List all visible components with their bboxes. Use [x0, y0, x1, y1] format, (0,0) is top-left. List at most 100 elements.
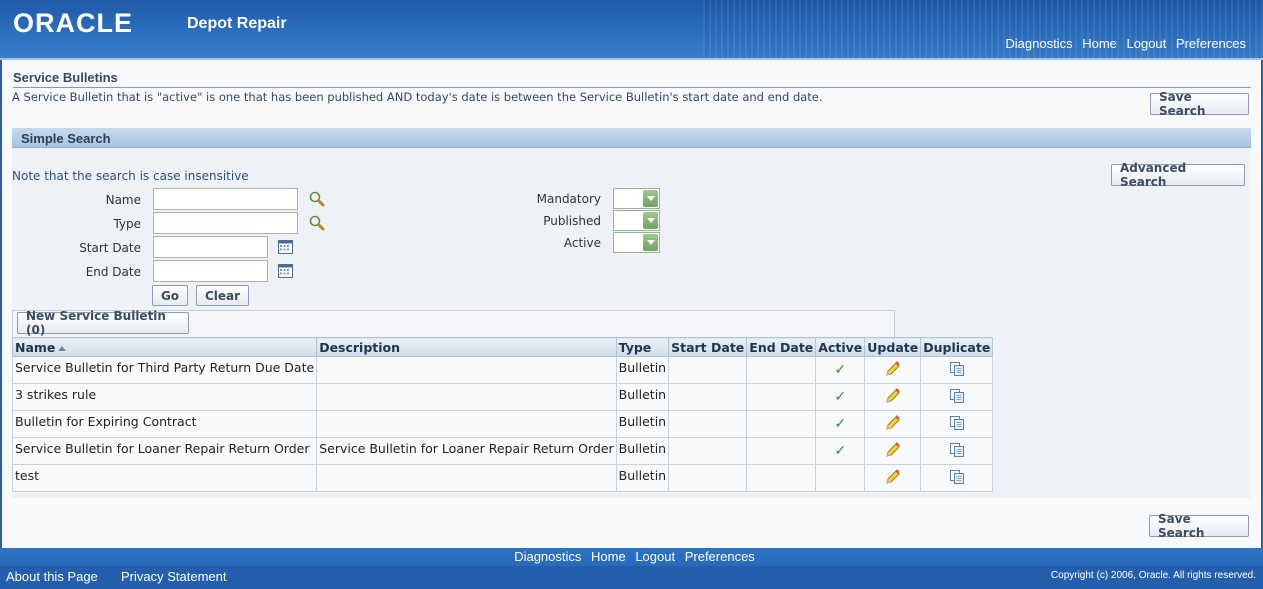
footer-links: Diagnostics Home Logout Preferences: [0, 549, 1263, 564]
type-label: Type: [113, 217, 141, 231]
results-table: Name Description Type Start Date End Dat…: [11, 337, 994, 492]
pencil-icon[interactable]: [884, 441, 902, 459]
column-header-active: Active: [815, 337, 866, 357]
clear-button[interactable]: Clear: [196, 285, 249, 306]
active-check-icon: ✓: [834, 443, 847, 459]
case-insensitive-note: Note that the search is case insensitive: [12, 169, 249, 183]
footer-link-logout[interactable]: Logout: [635, 549, 675, 564]
copy-icon[interactable]: [948, 414, 966, 432]
global-link-logout[interactable]: Logout: [1127, 36, 1167, 51]
calendar-icon[interactable]: [277, 238, 295, 256]
app-name: Depot Repair: [187, 15, 287, 32]
mandatory-select[interactable]: [613, 188, 660, 209]
footer-link-preferences[interactable]: Preferences: [685, 549, 755, 564]
column-header-name-label: Name: [15, 339, 56, 355]
cell-duplicate: [920, 383, 994, 411]
cell-description: [316, 464, 617, 492]
cell-active: ✓: [815, 437, 866, 465]
type-input[interactable]: [153, 212, 298, 234]
cell-name: Bulletin for Expiring Contract: [11, 410, 318, 438]
cell-name: test: [11, 464, 318, 492]
mandatory-label: Mandatory: [536, 192, 601, 206]
copy-icon[interactable]: [948, 468, 966, 486]
copy-icon[interactable]: [948, 387, 966, 405]
cell-description: [316, 383, 617, 411]
cell-description: [316, 410, 617, 438]
save-search-button-top[interactable]: Save Search: [1150, 90, 1249, 118]
active-select[interactable]: [613, 232, 660, 253]
cell-active: ✓: [815, 356, 866, 384]
column-header-start-date: Start Date: [668, 337, 748, 357]
cell-type: Bulletin: [615, 464, 670, 492]
privacy-statement-link[interactable]: Privacy Statement: [121, 569, 227, 584]
copy-icon[interactable]: [948, 360, 966, 378]
active-check-icon: ✓: [834, 362, 847, 378]
search-icon[interactable]: [308, 214, 326, 232]
published-select[interactable]: [613, 210, 660, 231]
search-icon[interactable]: [308, 190, 326, 208]
cell-description: [316, 356, 617, 384]
table-row: Service Bulletin for Third Party Return …: [11, 356, 994, 384]
cell-name: 3 strikes rule: [11, 383, 318, 411]
chevron-down-icon: [643, 234, 658, 251]
cell-end-date: [746, 383, 817, 411]
cell-end-date: [746, 437, 817, 465]
cell-update: [864, 464, 922, 492]
cell-update: [864, 410, 922, 438]
new-service-bulletin-button[interactable]: New Service Bulletin (0): [17, 309, 189, 337]
cell-type: Bulletin: [615, 356, 670, 384]
end-date-input[interactable]: [153, 260, 268, 282]
global-link-diagnostics[interactable]: Diagnostics: [1005, 36, 1072, 51]
cell-start-date: [668, 356, 748, 384]
cell-active: [815, 464, 866, 492]
column-header-type: Type: [615, 337, 670, 357]
end-date-label: End Date: [85, 265, 141, 279]
table-row: 3 strikes rule Bulletin ✓: [11, 383, 994, 411]
oracle-logo: ORACLE: [13, 8, 133, 38]
simple-search-title: Simple Search: [21, 131, 111, 146]
cell-start-date: [668, 410, 748, 438]
column-header-update: Update: [864, 337, 922, 357]
column-header-description: Description: [316, 337, 617, 357]
cell-end-date: [746, 356, 817, 384]
published-label: Published: [543, 214, 601, 228]
copyright-text: Copyright (c) 2006, Oracle. All rights r…: [1050, 570, 1256, 581]
pencil-icon[interactable]: [884, 387, 902, 405]
cell-update: [864, 356, 922, 384]
cell-name: Service Bulletin for Third Party Return …: [11, 356, 318, 384]
name-input[interactable]: [153, 188, 298, 210]
cell-active: ✓: [815, 410, 866, 438]
cell-active: ✓: [815, 383, 866, 411]
chevron-down-icon: [643, 190, 658, 207]
cell-description: Service Bulletin for Loaner Repair Retur…: [316, 437, 617, 465]
simple-search-header: Simple Search: [12, 128, 1251, 148]
footer-link-diagnostics[interactable]: Diagnostics: [514, 549, 581, 564]
advanced-search-button[interactable]: Advanced Search: [1111, 161, 1245, 189]
start-date-label: Start Date: [79, 241, 141, 255]
cell-duplicate: [920, 464, 994, 492]
about-this-page-link[interactable]: About this Page: [6, 569, 98, 584]
cell-type: Bulletin: [615, 410, 670, 438]
pencil-icon[interactable]: [884, 414, 902, 432]
column-header-end-date: End Date: [746, 337, 817, 357]
pencil-icon[interactable]: [884, 360, 902, 378]
pencil-icon[interactable]: [884, 468, 902, 486]
active-check-icon: ✓: [834, 389, 847, 405]
cell-duplicate: [920, 410, 994, 438]
go-button[interactable]: Go: [152, 285, 188, 306]
table-row: Bulletin for Expiring Contract Bulletin …: [11, 410, 994, 438]
cell-name: Service Bulletin for Loaner Repair Retur…: [11, 437, 318, 465]
global-link-home[interactable]: Home: [1082, 36, 1117, 51]
global-link-preferences[interactable]: Preferences: [1176, 36, 1246, 51]
footer-link-home[interactable]: Home: [591, 549, 626, 564]
save-search-button-bottom[interactable]: Save Search: [1149, 512, 1249, 540]
copy-icon[interactable]: [948, 441, 966, 459]
calendar-icon[interactable]: [277, 262, 295, 280]
table-row: Service Bulletin for Loaner Repair Retur…: [11, 437, 994, 465]
cell-type: Bulletin: [615, 437, 670, 465]
page-instruction: A Service Bulletin that is "active" is o…: [12, 90, 823, 104]
column-header-name[interactable]: Name: [11, 337, 318, 357]
table-row: test Bulletin: [11, 464, 994, 492]
start-date-input[interactable]: [153, 236, 268, 258]
page-title: Service Bulletins: [13, 70, 1251, 88]
